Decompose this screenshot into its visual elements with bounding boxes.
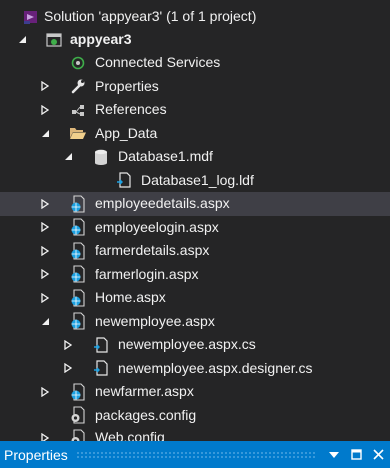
item-label: newemployee.aspx.cs (118, 336, 256, 353)
dropdown-arrow-icon[interactable] (324, 445, 344, 465)
item-label: Home.aspx (95, 289, 166, 306)
panel-drag-grip[interactable] (75, 451, 316, 458)
visual-studio-solution-icon (22, 8, 40, 26)
item-label: Properties (95, 77, 159, 94)
aspx-file-icon (69, 312, 87, 330)
item-label: employeedetails.aspx (95, 195, 230, 212)
tree-item-newemployee-designer[interactable]: newemployee.aspx.designer.cs (0, 357, 390, 381)
item-label: Database1.mdf (118, 148, 213, 165)
project-label: appyear3 (70, 31, 132, 48)
item-label: farmerdetails.aspx (95, 242, 210, 259)
item-label: farmerlogin.aspx (95, 265, 199, 282)
tree-row-project[interactable]: appyear3 (0, 28, 390, 52)
item-label: newemployee.aspx (95, 312, 215, 329)
tree-item-packages-config[interactable]: packages.config (0, 404, 390, 428)
tree-row-solution[interactable]: Solution 'appyear3' (1 of 1 project) (0, 5, 390, 29)
collapsed-arrow-icon[interactable] (40, 386, 50, 397)
tree-item-newemployee-cs[interactable]: newemployee.aspx.cs (0, 333, 390, 357)
aspx-file-icon (69, 265, 87, 283)
collapsed-arrow-icon[interactable] (40, 81, 50, 92)
tree-item-web-config[interactable]: Web.config (0, 426, 390, 441)
collapsed-arrow-icon[interactable] (40, 432, 50, 441)
maximize-icon[interactable] (346, 445, 366, 465)
expanded-arrow-icon[interactable] (17, 35, 27, 45)
folder-open-icon (69, 124, 87, 142)
item-label: Web.config (95, 429, 165, 441)
config-file-icon (69, 429, 87, 441)
item-label: Database1_log.ldf (141, 171, 254, 188)
tree-item-farmerlogin[interactable]: farmerlogin.aspx (0, 263, 390, 287)
file-link-icon (92, 359, 110, 377)
file-link-icon (92, 336, 110, 354)
tree-item-references[interactable]: References (0, 98, 390, 122)
item-label: References (95, 101, 167, 118)
expanded-arrow-icon[interactable] (63, 152, 73, 162)
properties-panel-header[interactable]: Properties (0, 441, 390, 468)
collapsed-arrow-icon[interactable] (40, 104, 50, 115)
database-icon (92, 148, 110, 166)
collapsed-arrow-icon[interactable] (40, 222, 50, 233)
file-link-icon (115, 171, 133, 189)
tree-item-database1-log[interactable]: Database1_log.ldf (0, 169, 390, 193)
item-label: Connected Services (95, 54, 221, 71)
tree-item-database1-mdf[interactable]: Database1.mdf (0, 145, 390, 169)
wrench-icon (69, 77, 87, 95)
aspx-file-icon (69, 383, 87, 401)
properties-panel-title: Properties (4, 446, 68, 463)
solution-label: Solution 'appyear3' (1 of 1 project) (44, 8, 257, 25)
item-label: packages.config (95, 406, 197, 423)
references-icon (69, 101, 87, 119)
web-project-icon (45, 31, 63, 49)
collapsed-arrow-icon[interactable] (40, 269, 50, 280)
aspx-file-icon (69, 242, 87, 260)
collapsed-arrow-icon[interactable] (40, 245, 50, 256)
item-label: newemployee.aspx.designer.cs (118, 359, 313, 376)
tree-item-home[interactable]: Home.aspx (0, 286, 390, 310)
tree-item-newemployee[interactable]: newemployee.aspx (0, 310, 390, 334)
item-label: App_Data (95, 124, 158, 141)
expanded-arrow-icon[interactable] (40, 316, 50, 326)
tree-item-farmerdetails[interactable]: farmerdetails.aspx (0, 239, 390, 263)
tree-item-properties[interactable]: Properties (0, 75, 390, 99)
tree-item-employeedetails[interactable]: employeedetails.aspx (0, 192, 390, 216)
collapsed-arrow-icon[interactable] (40, 292, 50, 303)
collapsed-arrow-icon[interactable] (63, 339, 73, 350)
close-icon[interactable] (368, 445, 388, 465)
tree-item-newfarmer[interactable]: newfarmer.aspx (0, 380, 390, 404)
tree-item-connected-services[interactable]: Connected Services (0, 51, 390, 75)
collapsed-arrow-icon[interactable] (40, 198, 50, 209)
aspx-file-icon (69, 218, 87, 236)
solution-explorer-tree: Solution 'appyear3' (1 of 1 project) app… (0, 0, 390, 441)
aspx-file-icon (69, 195, 87, 213)
collapsed-arrow-icon[interactable] (63, 363, 73, 374)
tree-item-employeelogin[interactable]: employeelogin.aspx (0, 216, 390, 240)
expanded-arrow-icon[interactable] (40, 128, 50, 138)
config-file-icon (69, 406, 87, 424)
connected-services-icon (69, 54, 87, 72)
item-label: employeelogin.aspx (95, 218, 219, 235)
item-label: newfarmer.aspx (95, 383, 194, 400)
tree-item-app-data[interactable]: App_Data (0, 122, 390, 146)
aspx-file-icon (69, 289, 87, 307)
